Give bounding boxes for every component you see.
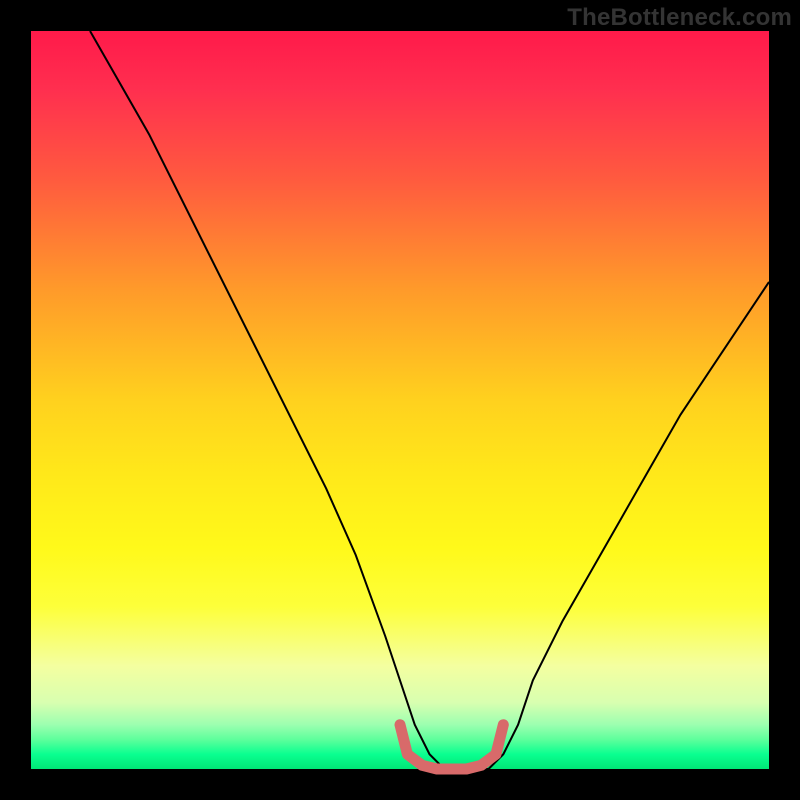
chart-svg: [31, 31, 769, 769]
bottleneck-curve: [90, 31, 769, 769]
watermark-text: TheBottleneck.com: [567, 4, 792, 32]
optimal-zone-marker: [400, 725, 503, 769]
chart-plot-area: [31, 31, 769, 769]
